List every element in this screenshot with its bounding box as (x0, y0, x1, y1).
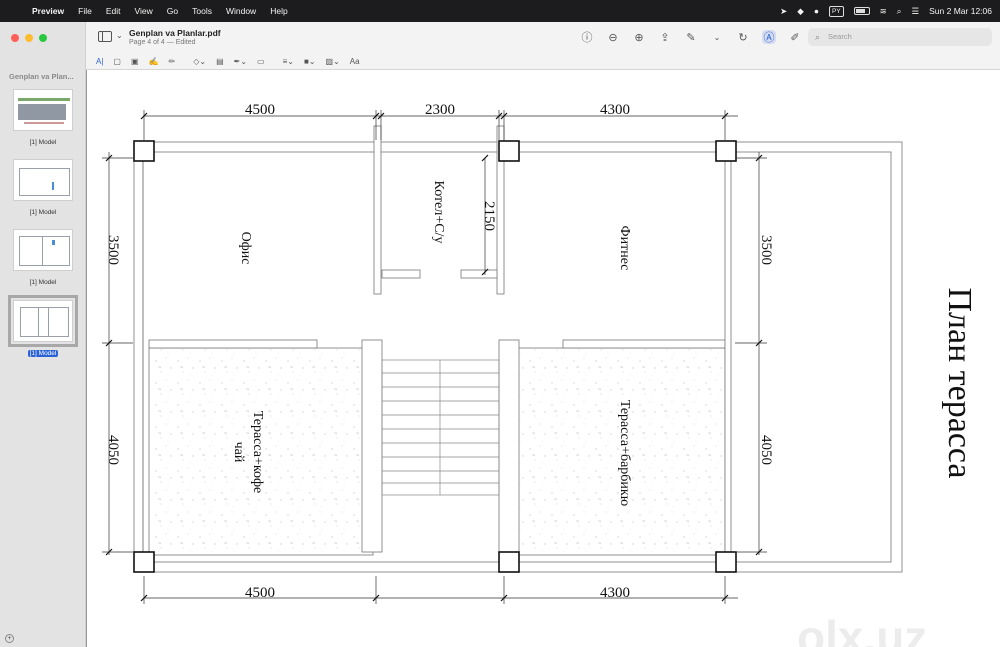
dim-left-1: 3500 (105, 235, 121, 265)
sidebar-doc-title: Genplan va Plan... (9, 72, 74, 81)
smart-lasso-icon[interactable]: ▣ (131, 57, 139, 66)
rotate-icon[interactable]: ↻ (736, 30, 750, 44)
zoom-out-icon[interactable]: ⊖ (606, 30, 620, 44)
thumbnail-label: [1] Model (27, 350, 59, 357)
zoom-button[interactable] (39, 34, 47, 42)
wechat-icon[interactable]: ● (814, 6, 819, 16)
thumbnail-sidebar: Genplan va Plan... [1] Model [1] Model [… (0, 22, 86, 647)
menu-app-name[interactable]: Preview (32, 6, 64, 16)
thumbnail-image (8, 295, 78, 347)
info-icon[interactable]: ⓘ (580, 30, 594, 44)
chevron-down-icon[interactable]: ⌄ (710, 30, 724, 44)
menu-bar: Preview File Edit View Go Tools Window H… (0, 0, 1000, 22)
document-canvas[interactable]: 4500 2300 4300 4500 4300 3500 4050 3500 … (86, 70, 1000, 647)
control-center-icon[interactable]: ☰ (912, 6, 920, 17)
dim-top-1: 4500 (245, 102, 275, 118)
search-input[interactable]: ⌕ Search (808, 28, 992, 46)
floor-plan-drawing: 4500 2300 4300 4500 4300 3500 4050 3500 … (102, 102, 978, 604)
status-area: ➤ ◆ ● PY ≋ ⌕ ☰ Sun 2 Mar 12:06 (780, 0, 992, 22)
thumbnail-label: [1] Model (29, 279, 57, 286)
datetime[interactable]: Sun 2 Mar 12:06 (929, 6, 992, 16)
thumbnail-label: [1] Model (29, 139, 57, 146)
window-controls (11, 34, 47, 42)
thumbnail-image (13, 229, 73, 271)
text-style-button[interactable]: Aa (350, 57, 360, 66)
minimize-button[interactable] (25, 34, 33, 42)
document-subtitle: Page 4 of 4 — Edited (129, 39, 196, 46)
shape-style-icon[interactable]: ≡⌄ (283, 57, 294, 66)
toolbar-actions: ⓘ ⊖ ⊕ ⇪ ✎ ⌄ ↻ Ⓐ ✐ (580, 30, 802, 44)
dim-top-3: 4300 (600, 102, 630, 118)
highlight-icon[interactable]: ✎ (684, 30, 698, 44)
plan-title: План терасса (941, 287, 978, 478)
zoom-in-icon[interactable]: ⊕ (632, 30, 646, 44)
share-icon[interactable]: ⇪ (658, 30, 672, 44)
chevron-down-icon[interactable]: ⌄ (116, 31, 123, 40)
sidebar-toggle-icon[interactable] (98, 31, 112, 42)
room-terrace-coffee-label: Терасса+кофе (250, 411, 265, 494)
menu-help[interactable]: Help (270, 6, 287, 16)
fill-color-icon[interactable]: ▨⌄ (326, 57, 340, 66)
dim-right-1: 3500 (758, 235, 774, 265)
draw-icon[interactable]: ✏ (169, 57, 176, 66)
dim-top-2: 2300 (425, 102, 455, 118)
page-thumbnail-3[interactable]: [1] Model (0, 229, 86, 289)
menu-tools[interactable]: Tools (192, 6, 212, 16)
room-terrace-bbq-label: Терасса+барбикю (617, 400, 632, 506)
room-boiler-label: Котел+С/у (431, 181, 446, 244)
menu-file[interactable]: File (78, 6, 92, 16)
page-thumbnail-2[interactable]: [1] Model (0, 159, 86, 219)
document-title[interactable]: Genplan va Planlar.pdf (129, 28, 221, 38)
markup-icon[interactable]: Ⓐ (762, 30, 776, 44)
markup-toolbar: A| ▢ ▣ ✍ ✏ ◇⌄ ▤ ✒⌄ ▭ ≡⌄ ■⌄ ▨⌄ Aa (86, 54, 1000, 70)
watermark: olx.uz (797, 611, 928, 647)
border-color-icon[interactable]: ■⌄ (304, 57, 316, 66)
dim-bottom-2: 4300 (600, 585, 630, 601)
input-source-indicator[interactable]: PY (828, 5, 844, 17)
text-box-icon[interactable]: ▤ (216, 57, 224, 66)
shapes-icon[interactable]: ◇⌄ (193, 57, 206, 66)
menu-window[interactable]: Window (226, 6, 256, 16)
thumbnail-image (13, 89, 73, 131)
room-office-label: Офис (238, 232, 253, 265)
dim-inner: 2150 (481, 201, 497, 231)
sketch-icon[interactable]: ✍ (149, 57, 159, 66)
dim-bottom-1: 4500 (245, 585, 275, 601)
location-icon[interactable]: ➤ (780, 6, 787, 17)
sign-icon[interactable]: ✒⌄ (234, 57, 247, 66)
app-menu: Preview File Edit View Go Tools Window H… (32, 6, 302, 16)
search-icon: ⌕ (815, 32, 821, 42)
menu-edit[interactable]: Edit (106, 6, 121, 16)
page-thumbnail-1[interactable]: [1] Model (0, 89, 86, 149)
window-toolbar: ⌄ Genplan va Planlar.pdf Page 4 of 4 — E… (86, 22, 1000, 54)
preview-window: Genplan va Plan... [1] Model [1] Model [… (0, 22, 1000, 647)
menu-view[interactable]: View (135, 6, 153, 16)
room-terrace-coffee-label-2: чай (231, 442, 246, 463)
text-selection-tool[interactable]: A| (96, 57, 103, 66)
room-fitness-label: Фитнес (617, 226, 632, 271)
thumbnail-label: [1] Model (29, 209, 57, 216)
dim-right-2: 4050 (758, 435, 774, 465)
page-thumbnail-4[interactable]: [1] Model (0, 295, 86, 360)
search-placeholder: Search (828, 32, 852, 41)
add-page-button[interactable]: + (5, 634, 14, 643)
menu-go[interactable]: Go (167, 6, 178, 16)
wifi-icon[interactable]: ≋ (880, 6, 887, 17)
dropbox-icon[interactable]: ◆ (797, 6, 804, 17)
battery-icon[interactable] (853, 7, 870, 15)
note-icon[interactable]: ▭ (257, 57, 265, 66)
close-button[interactable] (11, 34, 19, 42)
rect-select-icon[interactable]: ▢ (113, 57, 121, 66)
dim-left-2: 4050 (105, 435, 121, 465)
form-fill-icon[interactable]: ✐ (788, 30, 802, 44)
thumbnail-image (13, 159, 73, 201)
search-icon[interactable]: ⌕ (897, 6, 902, 17)
